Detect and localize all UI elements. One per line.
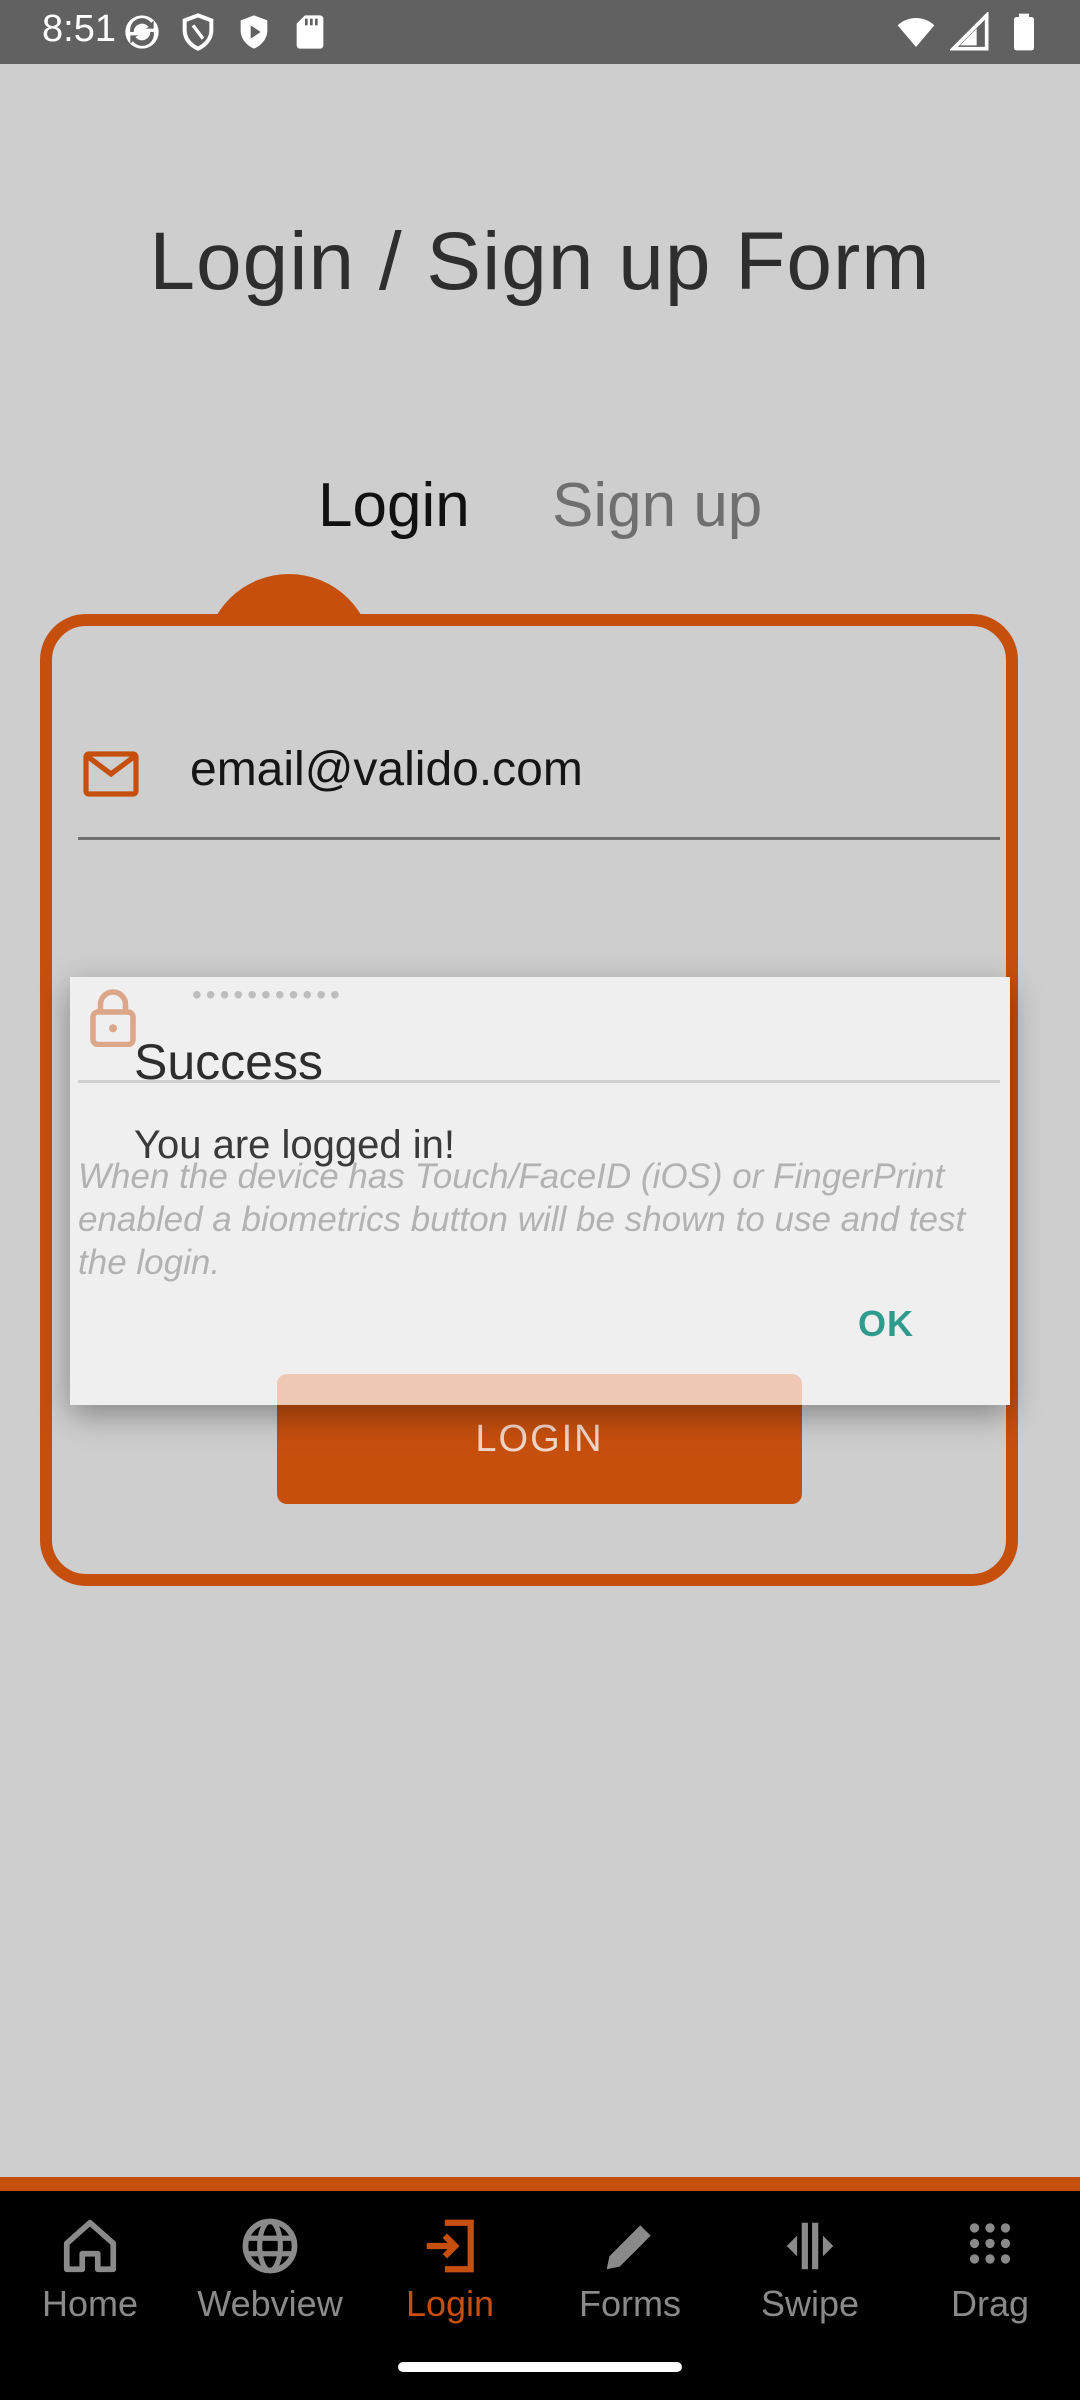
nav-label-home: Home <box>41 2283 139 2324</box>
system-icons <box>896 12 1044 52</box>
home-indicator[interactable] <box>398 2362 682 2372</box>
battery-icon <box>1014 13 1034 51</box>
signal-icon <box>950 12 989 51</box>
home-icon <box>63 2219 117 2273</box>
nav-item-login[interactable]: Login <box>360 2215 540 2325</box>
email-value[interactable]: email@valido.com <box>190 742 583 797</box>
pencil-icon <box>606 2225 651 2270</box>
nav-item-webview[interactable]: Webview <box>180 2215 360 2325</box>
wifi-icon <box>897 18 935 47</box>
biometrics-hint: When the device has Touch/FaceID (iOS) o… <box>78 1157 966 1282</box>
dialog-ok-button[interactable]: OK <box>852 1302 920 1346</box>
nav-item-home[interactable]: Home <box>0 2215 180 2325</box>
nav-label-webview: Webview <box>197 2283 343 2324</box>
sd-card-icon <box>296 15 324 49</box>
nav-label-forms: Forms <box>579 2283 681 2324</box>
email-field[interactable]: email@valido.com <box>78 742 1000 842</box>
page-title: Login / Sign up Form <box>149 216 931 307</box>
play-protect-icon <box>240 15 268 49</box>
swipe-icon <box>786 2222 834 2270</box>
dialog-title: Success <box>134 1034 323 1090</box>
dialog-message: You are logged in! <box>134 1123 456 1167</box>
email-underline <box>78 837 1000 840</box>
status-bar: 8:51 <box>0 0 1080 64</box>
password-field[interactable]: ••••••••••• <box>192 979 344 1011</box>
mail-icon <box>83 751 139 797</box>
nav-label-swipe: Swipe <box>760 2283 860 2324</box>
nav-item-forms[interactable]: Forms <box>540 2215 720 2325</box>
globe-icon <box>242 2218 298 2274</box>
login-icon <box>426 2219 474 2273</box>
sync-icon <box>125 15 159 49</box>
lock-icon <box>90 989 136 1047</box>
nav-label-drag: Drag <box>950 2283 1030 2324</box>
shield-icon <box>182 13 214 51</box>
tab-login[interactable]: Login <box>318 470 470 541</box>
nav-item-drag[interactable]: Drag <box>900 2215 1080 2325</box>
grid-icon <box>969 2223 1011 2264</box>
notification-icons <box>122 12 330 52</box>
nav-item-swipe[interactable]: Swipe <box>720 2215 900 2325</box>
tab-signup[interactable]: Sign up <box>552 470 762 541</box>
success-dialog: ••••••••••• When the device has Touch/Fa… <box>70 977 1010 1405</box>
nav-accent-line <box>0 2177 1080 2191</box>
status-time: 8:51 <box>42 8 116 50</box>
login-button-overlap <box>277 1374 802 1405</box>
nav-label-login: Login <box>405 2283 495 2324</box>
